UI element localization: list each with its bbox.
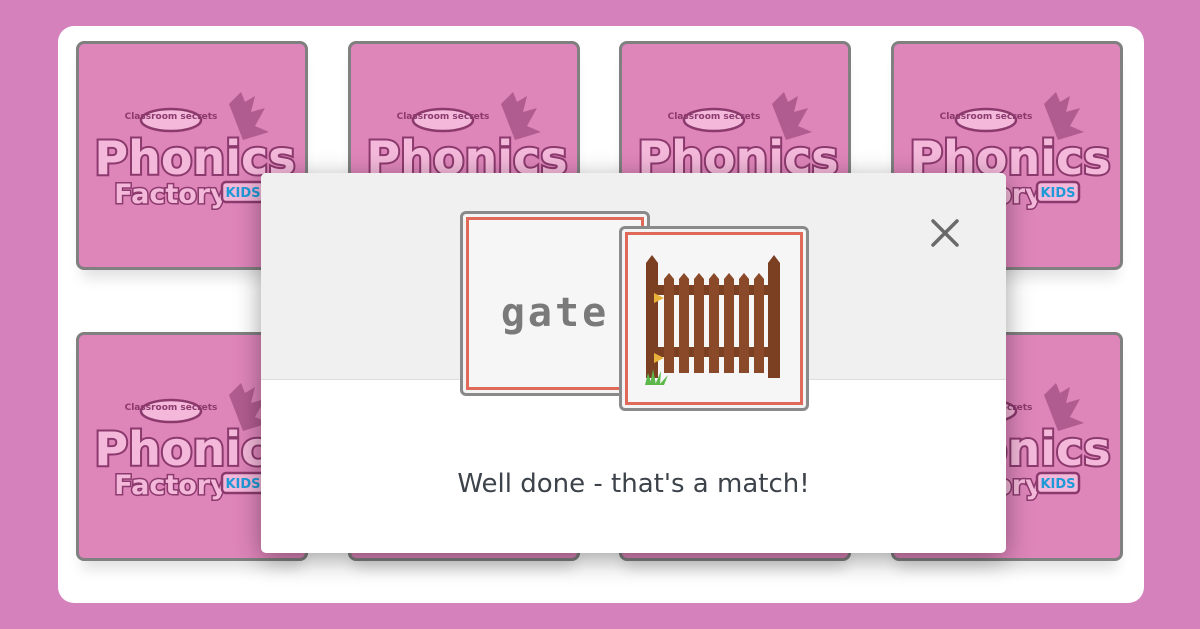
match-dialog: gate Well done - that's a match! (261, 173, 1006, 553)
svg-text:KIDS: KIDS (225, 186, 260, 201)
svg-text:KIDS: KIDS (1040, 186, 1075, 201)
matched-picture-card (619, 226, 809, 411)
svg-text:KIDS: KIDS (1040, 477, 1075, 492)
svg-text:Classroom secrets: Classroom secrets (668, 112, 761, 122)
svg-text:Classroom secrets: Classroom secrets (125, 112, 218, 122)
svg-text:Classroom secrets: Classroom secrets (125, 403, 218, 413)
match-message: Well done - that's a match! (457, 469, 810, 499)
svg-text:Factory: Factory (114, 470, 228, 501)
gate-icon (645, 255, 780, 385)
svg-text:Classroom secrets: Classroom secrets (940, 112, 1033, 122)
close-button[interactable] (925, 213, 965, 253)
matched-word: gate (500, 290, 610, 336)
svg-text:Classroom secrets: Classroom secrets (397, 112, 490, 122)
close-icon (931, 219, 959, 247)
svg-text:Factory: Factory (114, 179, 228, 210)
svg-text:KIDS: KIDS (225, 477, 260, 492)
